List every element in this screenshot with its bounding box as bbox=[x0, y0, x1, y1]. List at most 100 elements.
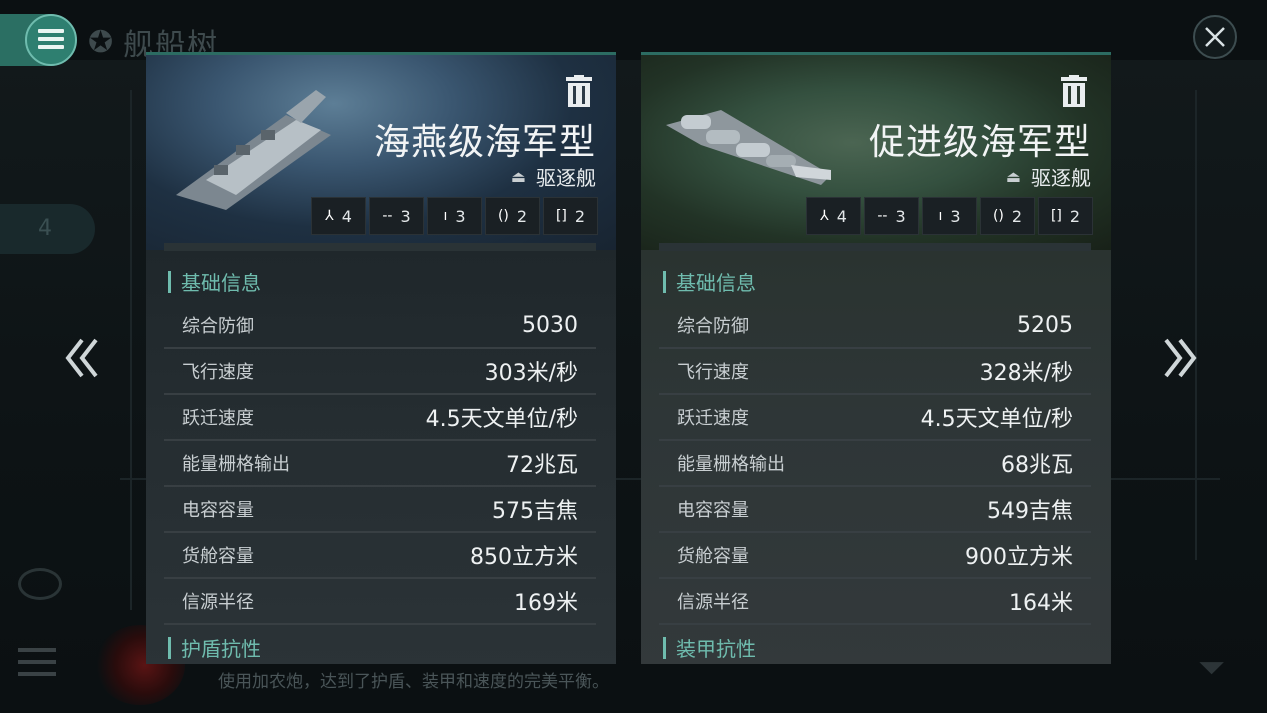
stat-value: 169米 bbox=[514, 591, 578, 616]
stats-list: 综合防御 5205 飞行速度 328米/秒 跃迁速度 4.5天文单位/秒 能量栅格输出… bbox=[659, 303, 1091, 625]
stat-row: 货舱容量 900立方米 bbox=[659, 533, 1091, 579]
stat-label: 飞行速度 bbox=[182, 362, 254, 383]
mid-slot-icon: -- bbox=[382, 208, 393, 224]
section-bar bbox=[168, 636, 171, 659]
rig-slot-icon: () bbox=[497, 208, 509, 224]
low-slot-icon: ı bbox=[938, 208, 943, 224]
ship-tree-icon: ✪ bbox=[88, 24, 116, 60]
close-button[interactable] bbox=[1193, 15, 1237, 59]
high-slot-icon: ⅄ bbox=[325, 208, 334, 224]
slot-count: 3 bbox=[895, 206, 906, 226]
section-title-label: 护盾抗性 bbox=[181, 637, 261, 661]
class-icon: ⏏ bbox=[510, 167, 526, 186]
slot-count: 2 bbox=[1069, 206, 1081, 226]
delete-icon[interactable] bbox=[1061, 75, 1087, 107]
slot-rig: () 2 bbox=[980, 197, 1035, 235]
stat-label: 信源半径 bbox=[677, 592, 749, 613]
stat-value: 72兆瓦 bbox=[506, 453, 578, 478]
stat-row: 电容容量 549吉焦 bbox=[659, 487, 1091, 533]
ship-class: ⏏ 驱逐舰 bbox=[511, 162, 596, 191]
high-slot-icon: ⅄ bbox=[820, 208, 829, 224]
mid-slot-icon: -- bbox=[877, 208, 888, 224]
ship-class: ⏏ 驱逐舰 bbox=[1006, 162, 1091, 191]
ship-name: 促进级海军型 bbox=[868, 122, 1091, 163]
section-bar bbox=[168, 270, 171, 293]
slot-low: ı3 bbox=[427, 197, 482, 235]
stat-value: 328米/秒 bbox=[979, 361, 1073, 386]
list-menu-icon[interactable] bbox=[18, 648, 56, 684]
stat-label: 货舱容量 bbox=[677, 546, 749, 567]
stat-row: 飞行速度 328米/秒 bbox=[659, 349, 1091, 395]
section-title-label: 装甲抗性 bbox=[676, 637, 756, 661]
stat-label: 飞行速度 bbox=[677, 362, 749, 383]
ship-class-label: 驱逐舰 bbox=[1031, 166, 1091, 190]
slot-summary: ⅄ 4 -- 3 ı3 () 2 [] 2 bbox=[806, 197, 1093, 235]
menu-icon-bar bbox=[38, 37, 64, 41]
filter-icon[interactable]: ⏷ bbox=[1198, 648, 1225, 688]
stat-value: 5030 bbox=[522, 312, 578, 338]
stat-value: 850立方米 bbox=[470, 545, 578, 570]
ship-card-1: 海燕级海军型 ⏏ 驱逐舰 ⅄ 4 -- 3 ı3 () 2 [] 2 基础信息 综合防御… bbox=[146, 52, 616, 664]
stat-label: 货舱容量 bbox=[182, 546, 254, 567]
stat-row: 货舱容量 850立方米 bbox=[164, 533, 596, 579]
ship-card-2: 促进级海军型 ⏏ 驱逐舰 ⅄ 4 -- 3 ı3 () 2 [] 2 基础信息 综合防御… bbox=[641, 52, 1111, 664]
slot-count: 4 bbox=[341, 206, 352, 226]
stat-label: 综合防御 bbox=[182, 316, 254, 337]
divider bbox=[659, 243, 1091, 251]
stat-label: 信源半径 bbox=[182, 592, 254, 613]
slot-high: ⅄ 4 bbox=[806, 197, 861, 235]
next-arrow-button[interactable] bbox=[1158, 336, 1198, 380]
stat-row: 电容容量 575吉焦 bbox=[164, 487, 596, 533]
menu-icon bbox=[38, 29, 64, 33]
slot-high: ⅄ 4 bbox=[311, 197, 366, 235]
slot-mid: -- 3 bbox=[864, 197, 919, 235]
slot-count: 3 bbox=[950, 206, 961, 226]
slot-summary: ⅄ 4 -- 3 ı3 () 2 [] 2 bbox=[311, 197, 598, 235]
stat-value: 4.5天文单位/秒 bbox=[425, 407, 578, 432]
slot-count: 3 bbox=[400, 206, 411, 226]
subsystem-slot-icon: [] bbox=[1050, 208, 1062, 224]
stat-value: 575吉焦 bbox=[492, 499, 578, 524]
double-chevron-left-icon bbox=[65, 338, 98, 378]
stat-label: 综合防御 bbox=[677, 316, 749, 337]
stat-row: 能量栅格输出 72兆瓦 bbox=[164, 441, 596, 487]
section-title-next[interactable]: 护盾抗性 bbox=[168, 633, 261, 662]
menu-button[interactable] bbox=[0, 14, 77, 66]
stat-row: 信源半径 164米 bbox=[659, 579, 1091, 625]
delete-icon[interactable] bbox=[566, 75, 592, 107]
previous-arrow-button[interactable] bbox=[64, 336, 104, 380]
section-title-label: 基础信息 bbox=[181, 271, 261, 295]
slot-subsystem: [] 2 bbox=[543, 197, 598, 235]
low-slot-icon: ı bbox=[443, 208, 448, 224]
stat-label: 电容容量 bbox=[677, 500, 749, 521]
close-icon bbox=[1205, 27, 1225, 47]
stat-row: 综合防御 5205 bbox=[659, 303, 1091, 349]
section-title-basic[interactable]: 基础信息 bbox=[168, 267, 261, 296]
subsystem-slot-icon: [] bbox=[555, 208, 567, 224]
slot-count: 3 bbox=[455, 206, 466, 226]
section-title-next[interactable]: 装甲抗性 bbox=[663, 633, 756, 662]
ship-class-label: 驱逐舰 bbox=[536, 166, 596, 190]
stat-label: 跃迁速度 bbox=[182, 408, 254, 429]
double-chevron-right-icon bbox=[1164, 338, 1197, 378]
stat-label: 跃迁速度 bbox=[677, 408, 749, 429]
eye-icon[interactable] bbox=[18, 568, 62, 600]
stat-row: 综合防御 5030 bbox=[164, 303, 596, 349]
section-title-basic[interactable]: 基础信息 bbox=[663, 267, 756, 296]
stat-row: 信源半径 169米 bbox=[164, 579, 596, 625]
stat-label: 电容容量 bbox=[182, 500, 254, 521]
background-tier-badge: 4 bbox=[0, 204, 95, 254]
ship-name: 海燕级海军型 bbox=[373, 122, 596, 163]
stat-row: 飞行速度 303米/秒 bbox=[164, 349, 596, 395]
class-icon: ⏏ bbox=[1005, 167, 1021, 186]
slot-count: 2 bbox=[516, 206, 528, 226]
divider bbox=[164, 243, 596, 251]
stat-row: 能量栅格输出 68兆瓦 bbox=[659, 441, 1091, 487]
stat-value: 303米/秒 bbox=[484, 361, 578, 386]
slot-low: ı3 bbox=[922, 197, 977, 235]
stat-row: 跃迁速度 4.5天文单位/秒 bbox=[659, 395, 1091, 441]
section-bar bbox=[663, 636, 666, 659]
ship-image bbox=[666, 110, 831, 185]
background-line bbox=[1195, 90, 1197, 560]
stat-value: 164米 bbox=[1009, 591, 1073, 616]
